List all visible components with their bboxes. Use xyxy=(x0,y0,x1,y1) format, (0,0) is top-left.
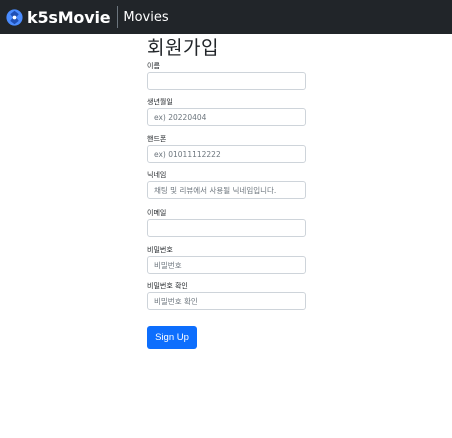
password-input[interactable] xyxy=(147,256,306,274)
nickname-label: 닉네임 xyxy=(147,171,167,179)
name-label: 이름 xyxy=(147,62,160,70)
email-label: 이메일 xyxy=(147,209,167,217)
email-field-group: 이메일 xyxy=(147,209,306,237)
sign-up-button[interactable]: Sign Up xyxy=(147,326,197,349)
page-title: 회원가입 xyxy=(147,37,219,59)
phone-field-group: 핸드폰 xyxy=(147,135,306,163)
password-confirm-input[interactable] xyxy=(147,292,306,310)
nickname-field-group: 닉네임 xyxy=(147,171,306,199)
birthdate-field-group: 생년월일 xyxy=(147,98,306,126)
password-confirm-field-group: 비밀번호 확인 xyxy=(147,282,306,310)
birthdate-input[interactable] xyxy=(147,108,306,126)
nickname-input[interactable] xyxy=(147,181,306,199)
brand-link[interactable]: k5sMovie xyxy=(6,7,111,27)
phone-input[interactable] xyxy=(147,145,306,163)
top-navbar: k5sMovie Movies xyxy=(0,0,452,34)
phone-label: 핸드폰 xyxy=(147,135,167,143)
password-confirm-label: 비밀번호 확인 xyxy=(147,282,188,290)
film-reel-icon xyxy=(6,8,23,26)
signup-form: 회원가입 이름 생년월일 핸드폰 닉네임 이메일 비밀번호 비밀번호 확인 Si… xyxy=(147,34,307,349)
brand-name: k5sMovie xyxy=(27,7,111,27)
password-label: 비밀번호 xyxy=(147,246,173,254)
birthdate-label: 생년월일 xyxy=(147,98,173,106)
email-input[interactable] xyxy=(147,219,306,237)
nav-link-movies[interactable]: Movies xyxy=(123,10,168,25)
name-input[interactable] xyxy=(147,72,306,90)
name-field-group: 이름 xyxy=(147,62,306,90)
nav-divider xyxy=(117,6,119,28)
password-field-group: 비밀번호 xyxy=(147,246,306,274)
